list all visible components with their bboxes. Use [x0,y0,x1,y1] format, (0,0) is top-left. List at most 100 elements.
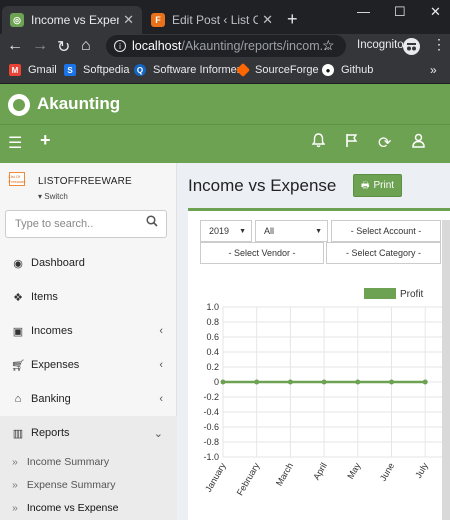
dashboard-icon: ◉ [13,257,23,270]
app-brand: Akaunting [37,94,121,113]
sidebar-item-incomes[interactable]: ▣ Incomes ‹ [0,314,177,348]
legend-swatch [364,288,396,299]
chevron-left-icon: ‹ [159,359,163,371]
new-tab-icon[interactable]: + [287,9,298,30]
data-point [389,379,394,385]
software-informer-icon: Q [134,64,146,76]
back-icon[interactable]: ← [7,37,23,55]
site-info-icon[interactable]: i [114,40,126,52]
chart-scrollbar[interactable] [442,220,450,520]
data-point [422,379,428,385]
y-tick-label: 0.6 [206,332,219,342]
bookmark-sourceforge[interactable]: SourceForge [235,62,319,78]
type-select[interactable]: All ▼ [255,220,328,242]
caret-down-icon: ▼ [239,227,246,235]
double-chevron-right-icon: » [12,479,18,491]
data-point [254,379,260,385]
x-tick-label: April [311,461,329,482]
legend-label: Profit [400,289,424,300]
submenu-income-summary[interactable]: » Income Summary [12,456,109,468]
refresh-icon[interactable]: ⟳ [378,133,391,153]
notifications-bell-icon[interactable] [311,133,326,153]
y-tick-label: 0.8 [206,317,219,327]
y-tick-label: -0.4 [203,407,219,417]
sidebar-item-dashboard[interactable]: ◉ Dashboard [0,246,177,280]
github-icon: ● [322,64,334,76]
bookmark-softpedia[interactable]: S Softpedia [64,64,129,76]
akaunting-favicon-icon: ◎ [10,13,24,27]
bookmark-software-informer[interactable]: Q Software Informer [134,64,240,76]
submenu-income-vs-expense[interactable]: » Income vs Expense [12,502,118,514]
home-icon[interactable]: ⌂ [81,37,91,55]
incognito-label: Incognito [357,39,404,51]
browser-menu-icon[interactable]: ⋮ [432,36,446,53]
address-bar[interactable]: i localhost/Akaunting/reports/incom... [106,35,346,57]
incognito-icon[interactable] [403,38,420,55]
x-tick-label: July [413,461,430,480]
forward-icon[interactable]: → [32,37,48,55]
wordpress-favicon-icon: F [151,13,165,27]
user-icon[interactable] [412,133,425,153]
sourceforge-icon [235,62,251,78]
tab-income-vs-expense[interactable]: ◎ Income vs Expense - A ✕ [2,6,142,34]
chevron-left-icon: ‹ [159,325,163,337]
akaunting-logo-icon [8,94,30,116]
caret-down-icon: ▼ [315,227,322,235]
submenu-expense-summary[interactable]: » Expense Summary [12,479,116,491]
double-chevron-right-icon: » [12,456,18,468]
tab-title: Edit Post ‹ List Of Freeware [172,13,259,27]
company-logo: List Of Freeware [8,172,26,186]
data-point [355,379,361,385]
close-tab-icon[interactable]: ✕ [262,12,273,28]
bookmark-gmail[interactable]: M Gmail [9,64,57,76]
close-window-icon[interactable]: ✕ [430,4,441,20]
chevron-left-icon: ‹ [159,393,163,405]
add-new-icon[interactable]: + [40,130,51,151]
minimize-window-icon[interactable]: — [357,4,370,19]
sidebar-item-expenses[interactable]: 🛒︎ Expenses ‹ [0,348,177,382]
x-tick-label: June [378,461,396,483]
search-placeholder: Type to search.. [15,218,94,230]
sidebar-item-reports[interactable]: ▥ Reports ⌄ [0,416,177,450]
chevron-down-icon: ⌄ [153,427,163,440]
search-icon[interactable] [146,215,158,230]
x-tick-label: May [345,461,362,481]
sidebar-toggle-icon[interactable]: ☰ [8,133,22,153]
x-tick-label: March [274,461,295,488]
income-vs-expense-chart: 1.0 0.8 0.6 0.4 0.2 0 -0.2 -0.4 -0.6 -0.8 -1.0Janu… [203,288,442,498]
bank-icon: ⌂ [14,393,22,405]
year-select[interactable]: 2019 ▼ [200,220,252,242]
x-tick-label: January [203,461,228,494]
company-switch[interactable]: ▾ Switch [38,192,68,201]
bar-chart-icon: ▥ [12,427,24,440]
y-tick-label: -0.2 [203,392,219,402]
bookmark-star-icon[interactable]: ☆ [322,37,335,54]
more-bookmarks-icon[interactable]: » [430,63,437,77]
company-name: LISTOFFREEWARE [38,176,132,187]
x-tick-label: February [235,461,262,498]
y-tick-label: 1.0 [206,302,219,312]
sidebar-item-banking[interactable]: ⌂ Banking ‹ [0,382,177,416]
maximize-window-icon[interactable]: ☐ [394,4,406,20]
url-path: /Akaunting/reports/incom... [181,39,331,53]
cubes-icon: ❖ [13,291,23,304]
bookmark-github[interactable]: ● Github [322,64,373,76]
y-tick-label: 0 [214,377,219,387]
reload-icon[interactable]: ↻ [57,37,70,57]
flag-icon[interactable] [345,133,358,153]
account-select[interactable]: - Select Account - [331,220,441,242]
money-icon: ▣ [12,325,24,338]
data-point [321,379,327,385]
cart-icon: 🛒︎ [11,359,25,372]
print-button[interactable]: 🖶︎ Print [353,174,402,197]
y-tick-label: 0.4 [206,347,219,357]
category-select[interactable]: - Select Category - [326,242,441,264]
close-tab-icon[interactable]: ✕ [123,12,134,28]
y-tick-label: -1.0 [203,452,219,462]
double-chevron-right-icon: » [12,502,18,514]
tab-edit-post[interactable]: F Edit Post ‹ List Of Freeware ✕ [143,6,281,34]
sidebar-item-items[interactable]: ❖ Items [0,280,177,314]
print-icon: 🖶︎ [360,179,370,190]
vendor-select[interactable]: - Select Vendor - [200,242,324,264]
y-tick-label: -0.6 [203,422,219,432]
